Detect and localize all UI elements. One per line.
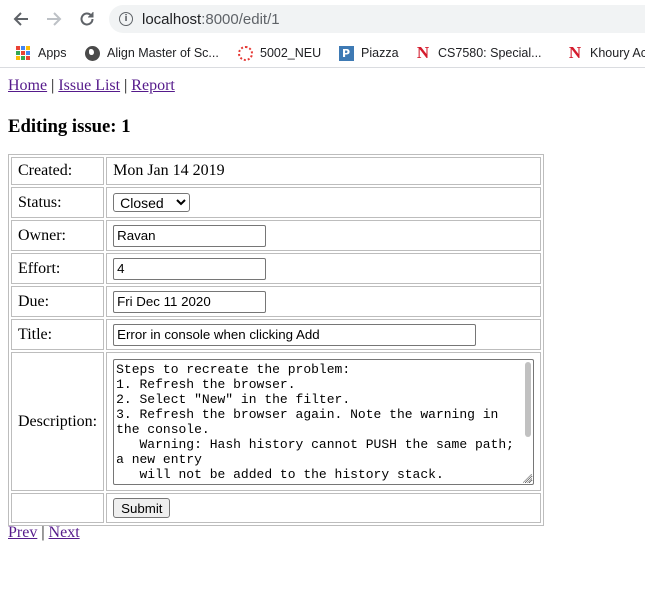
effort-label: Effort:: [11, 253, 105, 284]
bookmark-apps[interactable]: Apps: [15, 45, 67, 61]
page-title: Editing issue: 1: [8, 116, 131, 137]
bookmarks-bar: Apps Align Master of Sc... 5002_NEU P Pi…: [0, 37, 645, 68]
owner-input[interactable]: [113, 224, 267, 247]
status-cell: Closed: [106, 187, 542, 218]
globe-icon: [84, 45, 100, 61]
report-link[interactable]: Report: [131, 77, 175, 94]
form-row-due: Due:: [11, 286, 542, 317]
next-link[interactable]: Next: [49, 524, 80, 541]
reload-icon[interactable]: [75, 8, 99, 30]
due-label: Due:: [11, 286, 105, 317]
forward-arrow-icon[interactable]: [42, 8, 66, 30]
effort-input[interactable]: [113, 257, 267, 280]
title-label: Title:: [11, 319, 105, 350]
textarea-scrollbar[interactable]: [525, 361, 532, 437]
title-input[interactable]: [113, 323, 477, 346]
url-text: localhost:8000/edit/1: [142, 11, 280, 28]
pager: Prev | Next: [8, 524, 80, 542]
northeastern-icon: N: [568, 43, 582, 62]
apps-grid-icon: [15, 45, 31, 61]
due-input[interactable]: [113, 290, 267, 313]
effort-cell: [106, 253, 542, 284]
empty-cell: [11, 493, 105, 523]
info-icon[interactable]: i: [119, 12, 133, 26]
form-row-effort: Effort:: [11, 253, 542, 284]
bookmark-label: 5002_NEU: [260, 46, 322, 60]
nav-separator: |: [124, 77, 128, 94]
form-row-status: Status: Closed: [11, 187, 542, 218]
submit-cell: Submit: [106, 493, 542, 523]
bookmark-label: Piazza: [361, 46, 399, 60]
form-row-submit: Submit: [11, 493, 542, 523]
due-cell: [106, 286, 542, 317]
northeastern-icon: N: [416, 43, 430, 62]
description-cell: Steps to recreate the problem: 1. Refres…: [106, 352, 542, 491]
bookmark-label: Align Master of Sc...: [107, 46, 219, 60]
issue-list-link[interactable]: Issue List: [58, 77, 120, 94]
created-label: Created:: [11, 157, 105, 185]
submit-button[interactable]: Submit: [113, 498, 171, 518]
top-navigation: Home | Issue List | Report: [8, 77, 175, 95]
bookmark-cs7580[interactable]: N CS7580: Special...: [415, 43, 542, 62]
resize-handle-icon[interactable]: [523, 473, 533, 483]
bookmark-khoury[interactable]: N Khoury Ac: [567, 43, 645, 62]
home-link[interactable]: Home: [8, 77, 47, 94]
issue-edit-form: Created: Mon Jan 14 2019 Status: Closed …: [8, 154, 545, 526]
bookmark-label: Khoury Ac: [590, 46, 645, 60]
form-row-owner: Owner:: [11, 220, 542, 251]
bookmark-label: Apps: [38, 46, 67, 60]
owner-label: Owner:: [11, 220, 105, 251]
address-bar[interactable]: i localhost:8000/edit/1: [109, 5, 645, 33]
browser-toolbar: i localhost:8000/edit/1: [0, 0, 645, 37]
bookmark-align-master[interactable]: Align Master of Sc...: [84, 45, 219, 61]
description-wrapper: Steps to recreate the problem: 1. Refres…: [113, 358, 535, 485]
bookmark-label: CS7580: Special...: [438, 46, 542, 60]
bookmark-5002-neu[interactable]: 5002_NEU: [237, 45, 321, 61]
status-select[interactable]: Closed: [113, 192, 191, 212]
title-cell: [106, 319, 542, 350]
description-textarea[interactable]: Steps to recreate the problem: 1. Refres…: [113, 358, 535, 485]
owner-cell: [106, 220, 542, 251]
back-arrow-icon[interactable]: [9, 8, 33, 30]
status-label: Status:: [11, 187, 105, 218]
description-label: Description:: [11, 352, 105, 491]
url-path: :8000/edit/1: [201, 11, 280, 28]
prev-link[interactable]: Prev: [8, 524, 37, 541]
piazza-icon: P: [338, 45, 354, 61]
dotted-ring-icon: [237, 45, 253, 61]
nav-separator: |: [51, 77, 55, 94]
form-row-created: Created: Mon Jan 14 2019: [11, 157, 542, 185]
form-row-title: Title:: [11, 319, 542, 350]
form-row-description: Description: Steps to recreate the probl…: [11, 352, 542, 491]
created-value: Mon Jan 14 2019: [106, 157, 542, 185]
pager-separator: |: [41, 524, 45, 541]
bookmark-piazza[interactable]: P Piazza: [338, 45, 399, 61]
url-host: localhost: [142, 11, 202, 28]
